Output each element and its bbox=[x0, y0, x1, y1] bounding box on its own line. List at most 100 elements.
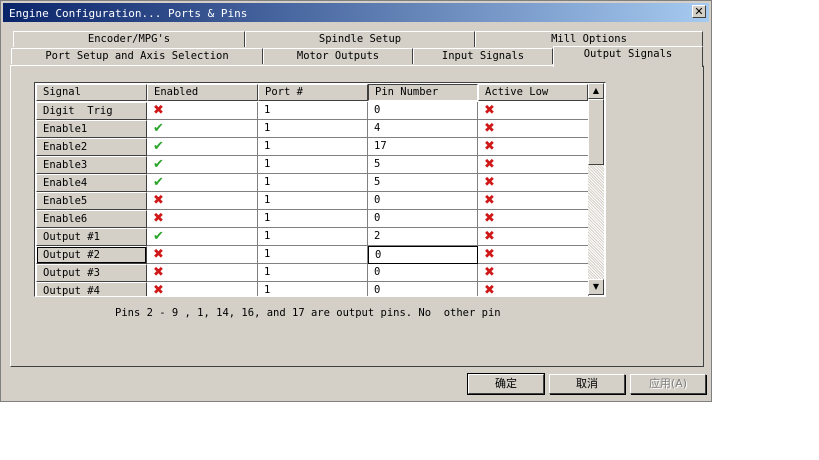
scroll-up-button[interactable]: ▲ bbox=[588, 83, 604, 99]
scroll-thumb[interactable] bbox=[588, 99, 604, 165]
port-cell[interactable]: 1 bbox=[258, 228, 368, 246]
pin-number-cell[interactable]: 17 bbox=[368, 138, 478, 156]
tab-motor-outputs[interactable]: Motor Outputs bbox=[263, 48, 413, 64]
pin-number-cell[interactable]: 5 bbox=[368, 174, 478, 192]
active-low-cell[interactable]: ✖ bbox=[478, 246, 589, 264]
pin-number-cell[interactable]: 0 bbox=[368, 282, 478, 296]
pin-number-cell[interactable]: 0 bbox=[368, 102, 478, 120]
port-cell[interactable]: 1 bbox=[258, 138, 368, 156]
port-cell[interactable]: 1 bbox=[258, 282, 368, 296]
signal-cell[interactable]: Output #1 bbox=[36, 228, 147, 246]
enabled-cell[interactable]: ✖ bbox=[147, 102, 258, 120]
signal-label: Enable5 bbox=[43, 195, 88, 207]
cross-icon: ✖ bbox=[153, 247, 164, 262]
port-cell[interactable]: 1 bbox=[258, 156, 368, 174]
port-cell[interactable]: 1 bbox=[258, 174, 368, 192]
close-button[interactable]: ✕ bbox=[692, 5, 706, 18]
pin-number-cell[interactable]: 0 bbox=[368, 210, 478, 228]
enabled-cell[interactable]: ✔ bbox=[147, 174, 258, 192]
signal-cell[interactable]: Enable6 bbox=[36, 210, 147, 228]
enabled-cell[interactable]: ✔ bbox=[147, 228, 258, 246]
cross-icon: ✖ bbox=[484, 193, 495, 208]
scroll-down-button[interactable]: ▼ bbox=[588, 279, 604, 295]
pin-number-cell[interactable]: 2 bbox=[368, 228, 478, 246]
check-icon: ✔ bbox=[153, 139, 164, 154]
enabled-cell[interactable]: ✔ bbox=[147, 138, 258, 156]
port-value: 1 bbox=[264, 194, 271, 206]
header-pin-number[interactable]: Pin Number bbox=[368, 84, 478, 101]
tab-port-setup[interactable]: Port Setup and Axis Selection bbox=[11, 48, 263, 64]
signal-cell[interactable]: Output #2 bbox=[36, 246, 147, 264]
tab-mill-options[interactable]: Mill Options bbox=[475, 31, 703, 47]
enabled-cell[interactable]: ✖ bbox=[147, 192, 258, 210]
table-row: Output #4 ✖ 1 0 ✖ bbox=[36, 282, 589, 296]
pin-number-cell[interactable]: 4 bbox=[368, 120, 478, 138]
port-cell[interactable]: 1 bbox=[258, 246, 368, 264]
cross-icon: ✖ bbox=[484, 211, 495, 226]
apply-button[interactable]: 应用(A) bbox=[630, 374, 706, 394]
port-cell[interactable]: 1 bbox=[258, 192, 368, 210]
port-cell[interactable]: 1 bbox=[258, 102, 368, 120]
cross-icon: ✖ bbox=[484, 175, 495, 190]
pin-value: 17 bbox=[374, 140, 387, 152]
enabled-cell[interactable]: ✖ bbox=[147, 264, 258, 282]
port-cell[interactable]: 1 bbox=[258, 210, 368, 228]
header-port[interactable]: Port # bbox=[258, 84, 368, 101]
enabled-cell[interactable]: ✔ bbox=[147, 120, 258, 138]
tab-spindle-setup[interactable]: Spindle Setup bbox=[245, 31, 475, 47]
active-low-cell[interactable]: ✖ bbox=[478, 228, 589, 246]
signal-cell[interactable]: Enable4 bbox=[36, 174, 147, 192]
pin-number-cell[interactable]: 5 bbox=[368, 156, 478, 174]
vertical-scrollbar[interactable]: ▲ ▼ bbox=[588, 83, 604, 295]
pin-number-cell[interactable]: 0 bbox=[368, 264, 478, 282]
signal-cell[interactable]: Enable3 bbox=[36, 156, 147, 174]
ok-button[interactable]: 确定 bbox=[467, 373, 545, 395]
title-bar[interactable]: Engine Configuration... Ports & Pins ✕ bbox=[3, 3, 709, 22]
port-value: 1 bbox=[264, 284, 271, 296]
active-low-cell[interactable]: ✖ bbox=[478, 138, 589, 156]
active-low-cell[interactable]: ✖ bbox=[478, 264, 589, 282]
port-value: 1 bbox=[264, 176, 271, 188]
check-icon: ✔ bbox=[153, 157, 164, 172]
port-cell[interactable]: 1 bbox=[258, 120, 368, 138]
signal-cell[interactable]: Enable5 bbox=[36, 192, 147, 210]
tab-input-signals[interactable]: Input Signals bbox=[413, 48, 553, 64]
enabled-cell[interactable]: ✔ bbox=[147, 156, 258, 174]
enabled-cell[interactable]: ✖ bbox=[147, 282, 258, 296]
header-active-low[interactable]: Active Low bbox=[478, 84, 588, 101]
arrow-down-icon: ▼ bbox=[592, 282, 600, 291]
active-low-cell[interactable]: ✖ bbox=[478, 192, 589, 210]
active-low-cell[interactable]: ✖ bbox=[478, 210, 589, 228]
active-low-cell[interactable]: ✖ bbox=[478, 174, 589, 192]
signal-cell[interactable]: Output #3 bbox=[36, 264, 147, 282]
tab-encoder-mpgs[interactable]: Encoder/MPG's bbox=[13, 31, 245, 47]
tab-output-signals[interactable]: Output Signals bbox=[553, 46, 703, 67]
header-signal[interactable]: Signal bbox=[36, 84, 147, 101]
pin-value: 4 bbox=[374, 122, 381, 134]
active-low-cell[interactable]: ✖ bbox=[478, 102, 589, 120]
pin-number-cell[interactable]: 0 bbox=[368, 246, 478, 264]
close-icon: ✕ bbox=[694, 5, 704, 18]
table-row: Output #1 ✔ 1 2 ✖ bbox=[36, 228, 589, 246]
cancel-button[interactable]: 取消 bbox=[549, 374, 625, 394]
cross-icon: ✖ bbox=[153, 211, 164, 226]
port-cell[interactable]: 1 bbox=[258, 264, 368, 282]
enabled-cell[interactable]: ✖ bbox=[147, 246, 258, 264]
signal-label: Enable4 bbox=[43, 177, 88, 189]
signal-cell[interactable]: Enable2 bbox=[36, 138, 147, 156]
active-low-cell[interactable]: ✖ bbox=[478, 156, 589, 174]
port-value: 1 bbox=[264, 122, 271, 134]
port-value: 1 bbox=[264, 230, 271, 242]
arrow-up-icon: ▲ bbox=[592, 86, 600, 95]
signal-cell[interactable]: Digit Trig bbox=[36, 102, 147, 120]
port-value: 1 bbox=[264, 248, 271, 260]
active-low-cell[interactable]: ✖ bbox=[478, 282, 589, 296]
signal-cell[interactable]: Enable1 bbox=[36, 120, 147, 138]
pin-value: 5 bbox=[374, 158, 381, 170]
pin-number-cell[interactable]: 0 bbox=[368, 192, 478, 210]
dialog-window: Engine Configuration... Ports & Pins ✕ E… bbox=[0, 0, 712, 402]
active-low-cell[interactable]: ✖ bbox=[478, 120, 589, 138]
signal-cell[interactable]: Output #4 bbox=[36, 282, 147, 296]
enabled-cell[interactable]: ✖ bbox=[147, 210, 258, 228]
header-enabled[interactable]: Enabled bbox=[147, 84, 258, 101]
